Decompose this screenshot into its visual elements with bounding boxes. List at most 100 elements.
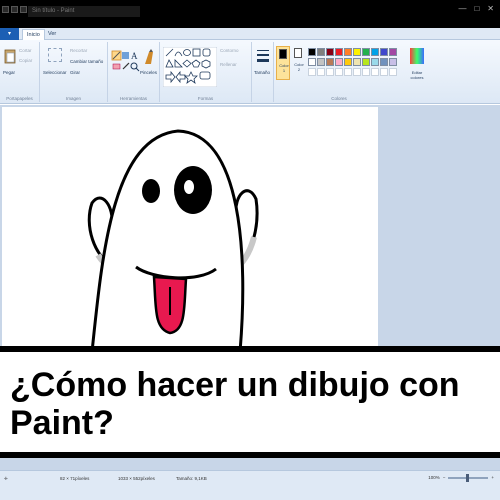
tools-group: A Pinceles Herramientas — [108, 42, 160, 102]
image-group-label: Imagen — [65, 96, 81, 101]
palette-color-swatch[interactable] — [362, 58, 370, 66]
image-group: Seleccionar Recortar Cambiar tamaño Gira… — [40, 42, 108, 102]
caption-text: ¿Cómo hacer un dibujo con Paint? — [10, 366, 460, 442]
zoom-control: 100% − + — [428, 473, 494, 482]
colors-group-label: Colores — [331, 96, 347, 101]
edit-colors-icon[interactable] — [410, 48, 424, 64]
color1-selector[interactable]: Color 1 — [276, 46, 290, 80]
palette-empty-swatch[interactable] — [317, 68, 325, 76]
outline-button[interactable]: Contorno — [220, 48, 239, 53]
ghost-drawing — [87, 129, 259, 350]
color-palette — [308, 48, 398, 78]
palette-empty-swatch[interactable] — [308, 68, 316, 76]
copy-button[interactable]: Copiar — [19, 58, 32, 63]
palette-empty-swatch[interactable] — [371, 68, 379, 76]
palette-empty-swatch[interactable] — [362, 68, 370, 76]
colors-group: Color 1 Color 2 Colores — [274, 42, 404, 102]
zoom-level: 100% — [428, 475, 440, 480]
save-icon[interactable] — [11, 6, 18, 13]
edit-colors-group: Editar colores — [404, 42, 430, 102]
palette-empty-swatch[interactable] — [380, 68, 388, 76]
palette-color-swatch[interactable] — [389, 48, 397, 56]
window-title: Sin título - Paint — [28, 6, 140, 17]
clipboard-group: Pegar Cortar Copiar Portapapeles — [0, 42, 40, 102]
line-size-icon[interactable] — [256, 48, 270, 66]
palette-color-swatch[interactable] — [389, 58, 397, 66]
zoom-slider-thumb[interactable] — [466, 473, 470, 482]
edit-colors-button[interactable]: Editar colores — [406, 70, 428, 80]
palette-empty-swatch[interactable] — [326, 68, 334, 76]
color1-label: Color 1 — [279, 63, 289, 73]
palette-empty-swatch[interactable] — [335, 68, 343, 76]
paste-icon[interactable] — [4, 48, 16, 64]
shapes-group: Contorno Rellenar Formas — [160, 42, 252, 102]
zoom-slider[interactable] — [448, 473, 489, 482]
undo-icon[interactable] — [20, 6, 27, 13]
palette-color-swatch[interactable] — [335, 58, 343, 66]
palette-color-swatch[interactable] — [344, 58, 352, 66]
select-icon[interactable] — [48, 48, 62, 62]
crop-button[interactable]: Recortar — [70, 48, 87, 53]
close-button[interactable]: ✕ — [487, 4, 494, 13]
color1-swatch — [279, 49, 287, 59]
ghost-left-eye — [142, 179, 160, 203]
pencil-icon[interactable] — [111, 50, 122, 61]
palette-color-swatch[interactable] — [371, 58, 379, 66]
palette-color-swatch[interactable] — [326, 58, 334, 66]
palette-color-swatch[interactable] — [317, 48, 325, 56]
workspace-bottom — [0, 458, 500, 470]
ribbon: Pegar Cortar Copiar Portapapeles Selecci… — [0, 40, 500, 104]
shapes-group-label: Formas — [197, 96, 214, 101]
palette-empty-swatch[interactable] — [344, 68, 352, 76]
status-bar: ✛ 82 × 71píxeles 1033 × 552píxeles Tamañ… — [0, 470, 500, 500]
palette-color-swatch[interactable] — [371, 48, 379, 56]
eraser-icon[interactable] — [112, 63, 121, 70]
zoom-out-button[interactable]: − — [443, 475, 446, 480]
file-size: Tamaño: 9,1KB — [176, 476, 207, 481]
select-button[interactable]: Seleccionar — [43, 70, 67, 75]
size-button[interactable]: Tamaño — [254, 70, 270, 75]
brush-icon[interactable] — [142, 48, 156, 66]
paste-button[interactable]: Pegar — [3, 70, 15, 75]
palette-color-swatch[interactable] — [353, 58, 361, 66]
palette-color-swatch[interactable] — [362, 48, 370, 56]
tools-group-label: Herramientas — [119, 96, 147, 101]
ghost-right-eye-highlight — [184, 180, 194, 194]
palette-color-swatch[interactable] — [335, 48, 343, 56]
color-picker-icon[interactable] — [122, 62, 130, 70]
zoom-in-button[interactable]: + — [491, 475, 494, 480]
magnifier-icon[interactable] — [130, 62, 140, 72]
fill-icon[interactable] — [122, 52, 129, 59]
cut-button[interactable]: Cortar — [19, 48, 32, 53]
color2-swatch — [294, 48, 302, 58]
palette-color-swatch[interactable] — [344, 48, 352, 56]
size-group: Tamaño — [252, 42, 274, 102]
cursor-position: 82 × 71píxeles — [60, 476, 90, 481]
palette-color-swatch[interactable] — [326, 48, 334, 56]
cursor-position-icon: ✛ — [4, 476, 8, 481]
clipboard-group-label: Portapapeles — [6, 96, 33, 101]
paint-app-icon[interactable] — [2, 6, 9, 13]
palette-color-swatch[interactable] — [317, 58, 325, 66]
maximize-button[interactable]: □ — [474, 4, 479, 13]
fill-button[interactable]: Rellenar — [220, 62, 237, 67]
color2-selector[interactable]: Color 2 — [292, 46, 306, 80]
palette-empty-swatch[interactable] — [389, 68, 397, 76]
palette-empty-swatch[interactable] — [353, 68, 361, 76]
file-menu-button[interactable]: ▾ — [0, 28, 19, 40]
palette-color-swatch[interactable] — [308, 58, 316, 66]
resize-button[interactable]: Cambiar tamaño — [70, 59, 103, 64]
palette-color-swatch[interactable] — [308, 48, 316, 56]
minimize-button[interactable]: — — [458, 4, 466, 13]
drawing-canvas[interactable] — [2, 107, 378, 350]
tab-home[interactable]: Inicio — [22, 29, 45, 40]
title-bar: Sin título - Paint — □ ✕ — [0, 0, 500, 28]
brushes-button[interactable]: Pinceles — [140, 70, 157, 75]
palette-color-swatch[interactable] — [380, 48, 388, 56]
palette-color-swatch[interactable] — [353, 48, 361, 56]
rotate-button[interactable]: Girar — [70, 70, 80, 75]
text-icon[interactable]: A — [131, 51, 138, 61]
shapes-gallery[interactable] — [163, 47, 217, 87]
palette-color-swatch[interactable] — [380, 58, 388, 66]
tab-view[interactable]: Ver — [44, 29, 60, 40]
